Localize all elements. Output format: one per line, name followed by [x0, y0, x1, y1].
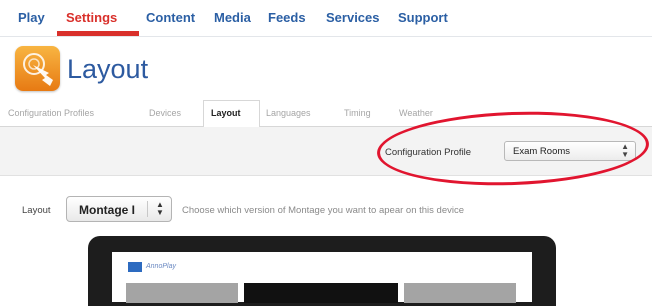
top-nav: Play Settings Content Media Feeds Servic… [0, 0, 652, 37]
nav-item-settings[interactable]: Settings [66, 10, 117, 25]
preview-panel-center [244, 283, 398, 303]
tab-weather[interactable]: Weather [399, 108, 433, 118]
preview-panel-left [126, 283, 238, 303]
layout-select-value: Montage I [79, 203, 135, 217]
preview-panel-right [404, 283, 516, 303]
select-divider [147, 201, 148, 217]
layout-hint: Choose which version of Montage you want… [182, 205, 464, 216]
select-arrows-icon: ▲ ▼ [156, 200, 164, 217]
preview-brand-text: AnnoPlay [146, 263, 176, 270]
layout-label: Layout [22, 205, 51, 216]
layout-select[interactable]: Montage I ▲ ▼ [66, 196, 172, 222]
settings-hand-icon [15, 46, 60, 91]
tab-devices[interactable]: Devices [149, 108, 181, 118]
nav-item-media[interactable]: Media [214, 10, 251, 25]
brand-logo-icon [128, 262, 142, 272]
tab-timing[interactable]: Timing [344, 108, 371, 118]
nav-item-play[interactable]: Play [18, 10, 45, 25]
tab-languages[interactable]: Languages [266, 108, 311, 118]
page-title: Layout [67, 54, 149, 84]
tab-layout[interactable]: Layout [211, 108, 241, 118]
nav-item-services[interactable]: Services [326, 10, 380, 25]
active-nav-indicator [57, 31, 139, 36]
nav-item-support[interactable]: Support [398, 10, 448, 25]
tab-configuration-profiles[interactable]: Configuration Profiles [8, 108, 94, 118]
nav-item-content[interactable]: Content [146, 10, 195, 25]
nav-item-feeds[interactable]: Feeds [268, 10, 306, 25]
